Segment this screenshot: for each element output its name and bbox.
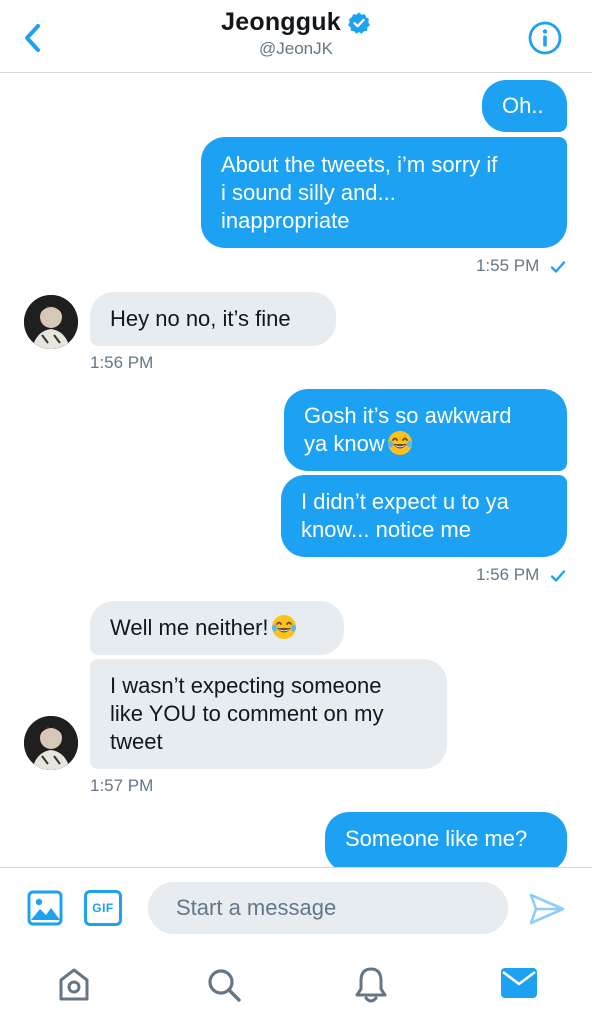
message-line: ya know bbox=[304, 431, 385, 456]
send-icon[interactable] bbox=[528, 892, 566, 926]
messages-envelope-icon[interactable] bbox=[500, 967, 538, 999]
conversation-header: Jeongguk @JeonJK bbox=[0, 0, 592, 73]
message-text: Well me neither! bbox=[110, 615, 269, 640]
contact-avatar[interactable] bbox=[24, 716, 78, 770]
message-line: I wasn’t expecting someone bbox=[110, 673, 382, 698]
message-text: Someone like me? bbox=[345, 826, 528, 851]
message-line: inappropriate bbox=[221, 208, 350, 233]
search-icon[interactable] bbox=[205, 966, 243, 1004]
sent-check-icon bbox=[550, 569, 566, 582]
contact-name: Jeongguk bbox=[221, 8, 341, 36]
message-line: know... notice me bbox=[301, 517, 471, 542]
message-line: I didn’t expect u to ya bbox=[301, 489, 509, 514]
sent-message-bubble[interactable]: Oh.. bbox=[482, 80, 567, 132]
message-text: Oh.. bbox=[502, 93, 544, 118]
face-with-tears-of-joy-emoji bbox=[387, 431, 412, 455]
message-timestamp: 1:55 PM bbox=[476, 256, 566, 276]
message-timestamp: 1:56 PM bbox=[476, 565, 566, 585]
message-input[interactable] bbox=[148, 882, 508, 934]
notifications-bell-icon[interactable] bbox=[353, 965, 389, 1005]
sent-message-bubble[interactable]: Someone like me? bbox=[325, 812, 567, 872]
received-message-bubble[interactable]: Well me neither! bbox=[90, 601, 344, 655]
verified-badge-icon bbox=[347, 12, 370, 34]
message-timestamp: 1:56 PM bbox=[90, 353, 154, 372]
gif-icon[interactable]: GIF bbox=[84, 890, 122, 926]
home-icon[interactable] bbox=[56, 966, 92, 1004]
message-line: tweet bbox=[110, 729, 163, 754]
message-line: i sound silly and... bbox=[221, 180, 396, 205]
conversation-title: Jeongguk @JeonJK bbox=[0, 8, 592, 59]
sent-message-bubble[interactable]: I didn’t expect u to ya know... notice m… bbox=[281, 475, 567, 557]
contact-handle: @JeonJK bbox=[259, 39, 333, 58]
sent-message-bubble[interactable]: About the tweets, i’m sorry if i sound s… bbox=[201, 137, 567, 248]
face-with-tears-of-joy-emoji bbox=[271, 615, 296, 639]
message-line: like YOU to comment on my bbox=[110, 701, 384, 726]
sent-message-bubble[interactable]: Gosh it’s so awkward ya know bbox=[284, 389, 567, 471]
message-timestamp: 1:57 PM bbox=[90, 776, 154, 795]
received-message-bubble[interactable]: Hey no no, it’s fine bbox=[90, 292, 336, 346]
sent-check-icon bbox=[550, 260, 566, 273]
message-line: Gosh it’s so awkward bbox=[304, 403, 512, 428]
gif-label: GIF bbox=[92, 901, 114, 915]
bottom-tab-bar bbox=[0, 949, 592, 1024]
received-message-bubble[interactable]: I wasn’t expecting someone like YOU to c… bbox=[90, 659, 447, 769]
message-composer: GIF bbox=[0, 867, 592, 950]
info-icon[interactable] bbox=[528, 21, 562, 55]
message-text: Hey no no, it’s fine bbox=[110, 306, 291, 331]
contact-avatar[interactable] bbox=[24, 295, 78, 349]
image-icon[interactable] bbox=[27, 890, 63, 926]
message-line: About the tweets, i’m sorry if bbox=[221, 152, 498, 177]
